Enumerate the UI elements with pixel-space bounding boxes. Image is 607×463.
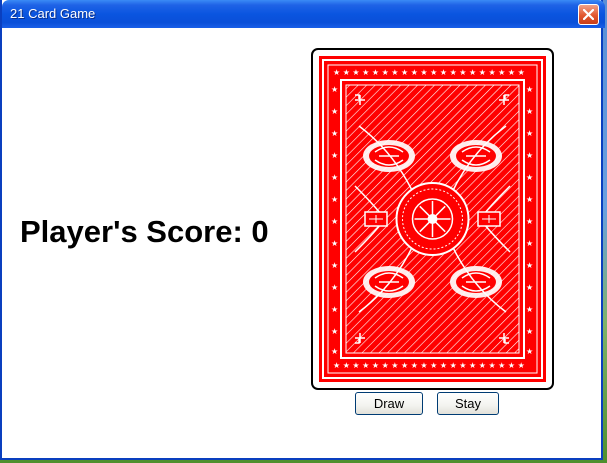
- svg-text:★: ★: [331, 347, 338, 356]
- svg-text:★ ★ ★ ★ ★ ★ ★ ★ ★ ★ ★ ★ ★ ★ ★: ★ ★ ★ ★ ★ ★ ★ ★ ★ ★ ★ ★ ★ ★ ★ ★ ★ ★ ★ ★: [333, 68, 525, 77]
- stay-button[interactable]: Stay: [437, 392, 499, 415]
- player-score: Player's Score: 0: [20, 214, 269, 249]
- svg-text:★: ★: [526, 347, 533, 356]
- svg-text:★: ★: [331, 129, 338, 138]
- svg-text:★: ★: [331, 107, 338, 116]
- game-window: 21 Card Game Player's Score: 0 ★ ★ ★ ★ ★…: [0, 0, 605, 460]
- svg-text:★: ★: [331, 327, 338, 336]
- svg-text:★: ★: [331, 283, 338, 292]
- card-frame: ★ ★ ★ ★ ★ ★ ★ ★ ★ ★ ★ ★ ★ ★ ★ ★ ★ ★ ★ ★ …: [311, 48, 554, 390]
- window-title: 21 Card Game: [10, 6, 96, 21]
- svg-text:★: ★: [526, 129, 533, 138]
- svg-text:★: ★: [526, 151, 533, 160]
- svg-text:★: ★: [331, 261, 338, 270]
- svg-text:★: ★: [331, 239, 338, 248]
- svg-text:★: ★: [526, 173, 533, 182]
- svg-text:★: ★: [526, 195, 533, 204]
- svg-text:★: ★: [331, 217, 338, 226]
- svg-text:★: ★: [526, 217, 533, 226]
- close-button[interactable]: [578, 4, 599, 25]
- svg-text:★: ★: [526, 85, 533, 94]
- svg-text:★: ★: [526, 305, 533, 314]
- svg-text:★: ★: [331, 85, 338, 94]
- client-area: Player's Score: 0 ★ ★ ★ ★ ★ ★ ★ ★ ★ ★ ★ …: [2, 28, 601, 458]
- svg-text:★: ★: [526, 107, 533, 116]
- draw-button[interactable]: Draw: [355, 392, 423, 415]
- title-bar[interactable]: 21 Card Game: [2, 0, 605, 28]
- close-icon: [583, 9, 594, 20]
- svg-text:★: ★: [526, 327, 533, 336]
- card-back-image: ★ ★ ★ ★ ★ ★ ★ ★ ★ ★ ★ ★ ★ ★ ★ ★ ★ ★ ★ ★ …: [319, 56, 546, 382]
- svg-text:★ ★ ★ ★ ★ ★ ★ ★ ★ ★ ★ ★ ★ ★ ★: ★ ★ ★ ★ ★ ★ ★ ★ ★ ★ ★ ★ ★ ★ ★ ★ ★ ★ ★ ★: [333, 361, 525, 370]
- svg-text:★: ★: [331, 173, 338, 182]
- svg-text:★: ★: [331, 195, 338, 204]
- svg-text:★: ★: [331, 305, 338, 314]
- svg-text:★: ★: [526, 239, 533, 248]
- svg-text:★: ★: [331, 151, 338, 160]
- svg-text:★: ★: [526, 261, 533, 270]
- svg-text:★: ★: [526, 283, 533, 292]
